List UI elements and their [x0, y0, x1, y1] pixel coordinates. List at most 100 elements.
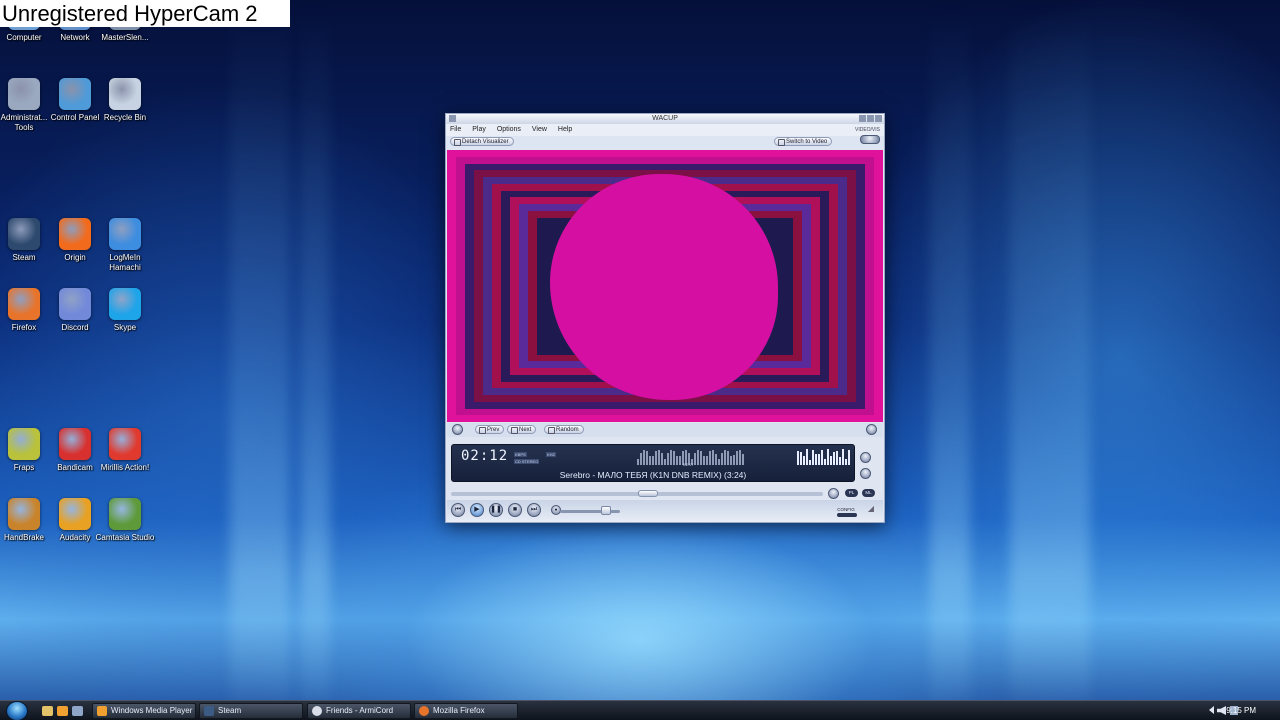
menu-file[interactable]: File: [450, 126, 461, 133]
resize-grip-icon[interactable]: ◢: [865, 505, 877, 513]
minimize-icon[interactable]: [859, 115, 866, 122]
wacup-titlebar[interactable]: WACUP: [446, 114, 884, 124]
app-icon: [59, 428, 91, 460]
fullscreen-icon[interactable]: [866, 424, 877, 435]
desktop-icon-label: LogMeIn Hamachi: [109, 253, 141, 272]
start-button[interactable]: [6, 701, 28, 720]
config-drawer-handle[interactable]: [837, 513, 857, 517]
pause-icon[interactable]: ❚❚: [489, 503, 503, 517]
armicord-icon: [312, 706, 322, 716]
play-icon[interactable]: ▶: [470, 503, 484, 517]
app-icon: [8, 288, 40, 320]
maximize-icon[interactable]: [867, 115, 874, 122]
balance-bar: [661, 453, 663, 465]
balance-bar: [658, 450, 660, 465]
desktop-icon-label: Camtasia Studio: [95, 533, 155, 542]
visualizer-menu-icon[interactable]: [860, 135, 880, 144]
wallpaper-streak: [300, 0, 330, 720]
firefox-icon: [419, 706, 429, 716]
khz-tag: KHZ: [546, 452, 556, 457]
stop-icon[interactable]: ■: [508, 503, 522, 517]
quicklaunch-switch-windows-icon[interactable]: [72, 706, 83, 716]
desktop-icon-label: Skype: [113, 323, 137, 332]
taskbar-item-label: Friends - ArmiCord: [326, 706, 394, 715]
wallpaper-streak: [1010, 0, 1090, 720]
best-label: BEST: [683, 462, 694, 467]
taskbar-item-armicord[interactable]: Friends - ArmiCord: [307, 703, 411, 719]
shuffle-icon[interactable]: [860, 468, 871, 479]
wallpaper-streak: [230, 0, 290, 720]
spectrum-bar: [818, 453, 820, 465]
spectrum-bar: [812, 449, 814, 465]
menu-bar: File Play Options View Help VIDEO/VIS: [446, 124, 884, 136]
app-icon: [109, 288, 141, 320]
switch-to-video-button[interactable]: Switch to Video: [774, 137, 833, 146]
balance-bar: [724, 450, 726, 465]
balance-bar: [649, 456, 651, 465]
wacup-window[interactable]: WACUP File Play Options View Help VIDEO/…: [445, 113, 885, 523]
desktop-icon-mirillis-action[interactable]: Mirillis Action!: [95, 428, 155, 473]
desktop-icon-logmein-hamachi[interactable]: LogMeIn Hamachi: [95, 218, 155, 273]
media-library-button[interactable]: ML: [862, 489, 875, 497]
menu-options[interactable]: Options: [497, 126, 521, 133]
desktop-icon-camtasia-studio[interactable]: Camtasia Studio: [95, 498, 155, 543]
taskbar-item-label: Steam: [218, 706, 242, 715]
balance-bar: [733, 455, 735, 465]
volume-track[interactable]: [560, 510, 620, 513]
random-preset-button[interactable]: Random: [544, 425, 584, 434]
spectrum-bar: [815, 453, 817, 465]
detach-visualizer-button[interactable]: Detach Visualizer: [450, 137, 514, 146]
vis-settings-icon[interactable]: [452, 424, 463, 435]
spectrum-bar: [803, 455, 805, 465]
wmp-icon: [97, 706, 107, 716]
next-preset-button[interactable]: Next: [507, 425, 537, 434]
desktop-icon-recycle-bin[interactable]: Recycle Bin: [95, 78, 155, 123]
taskbar-item-steam[interactable]: Steam: [199, 703, 303, 719]
eject-icon[interactable]: [828, 488, 839, 499]
tray-clock[interactable]: 9:15 PM: [1226, 701, 1256, 720]
menu-play[interactable]: Play: [472, 126, 486, 133]
taskbar-item-label: Mozilla Firefox: [433, 706, 485, 715]
menu-view[interactable]: View: [532, 126, 547, 133]
show-desktop-icon[interactable]: [42, 706, 53, 716]
spectrum-bar: [800, 452, 802, 465]
seek-bar[interactable]: [451, 490, 823, 497]
next-track-icon[interactable]: ⏭: [527, 503, 541, 517]
previous-track-icon[interactable]: ⏮: [451, 503, 465, 517]
desktop-icon-skype[interactable]: Skype: [95, 288, 155, 333]
balance-bar: [646, 451, 648, 465]
window-title: WACUP: [652, 115, 678, 122]
balance-bar: [718, 458, 720, 465]
volume-tray-icon[interactable]: [1217, 706, 1226, 715]
quicklaunch-wmp-icon[interactable]: [57, 706, 68, 716]
menu-help[interactable]: Help: [558, 126, 572, 133]
taskbar-item-firefox[interactable]: Mozilla Firefox: [414, 703, 518, 719]
balance-bar: [706, 455, 708, 465]
close-icon[interactable]: [875, 115, 882, 122]
taskbar-item-wmp[interactable]: Windows Media Player: [92, 703, 196, 719]
prev-preset-button[interactable]: Prev: [475, 425, 505, 434]
spectrum-bar: [830, 456, 832, 465]
balance-bar: [670, 450, 672, 465]
elapsed-time[interactable]: 02:12: [461, 448, 508, 464]
app-icon: [109, 428, 141, 460]
balance-bar: [727, 451, 729, 465]
kbps-tag: KBPS: [514, 452, 527, 457]
volume-slider[interactable]: [601, 506, 611, 515]
spectrum-bar: [824, 459, 826, 465]
visualizer-canvas: [447, 150, 883, 422]
app-icon: [109, 78, 141, 110]
wallpaper-streak: [930, 0, 970, 720]
balance-bar: [712, 450, 714, 465]
info-toggle-icon[interactable]: [860, 452, 871, 463]
visualizer-controls: Prev Next Random: [447, 423, 883, 437]
balance-bar: [673, 451, 675, 465]
balance-bar: [709, 451, 711, 465]
seek-handle[interactable]: [637, 490, 658, 497]
playlist-button[interactable]: PL: [845, 489, 858, 497]
balance-bar: [697, 450, 699, 465]
spectrum-bar: [797, 450, 799, 465]
spectrum-analyzer[interactable]: [797, 449, 850, 465]
window-menu-icon[interactable]: [449, 115, 456, 122]
tray-expand-icon[interactable]: [1209, 706, 1214, 714]
